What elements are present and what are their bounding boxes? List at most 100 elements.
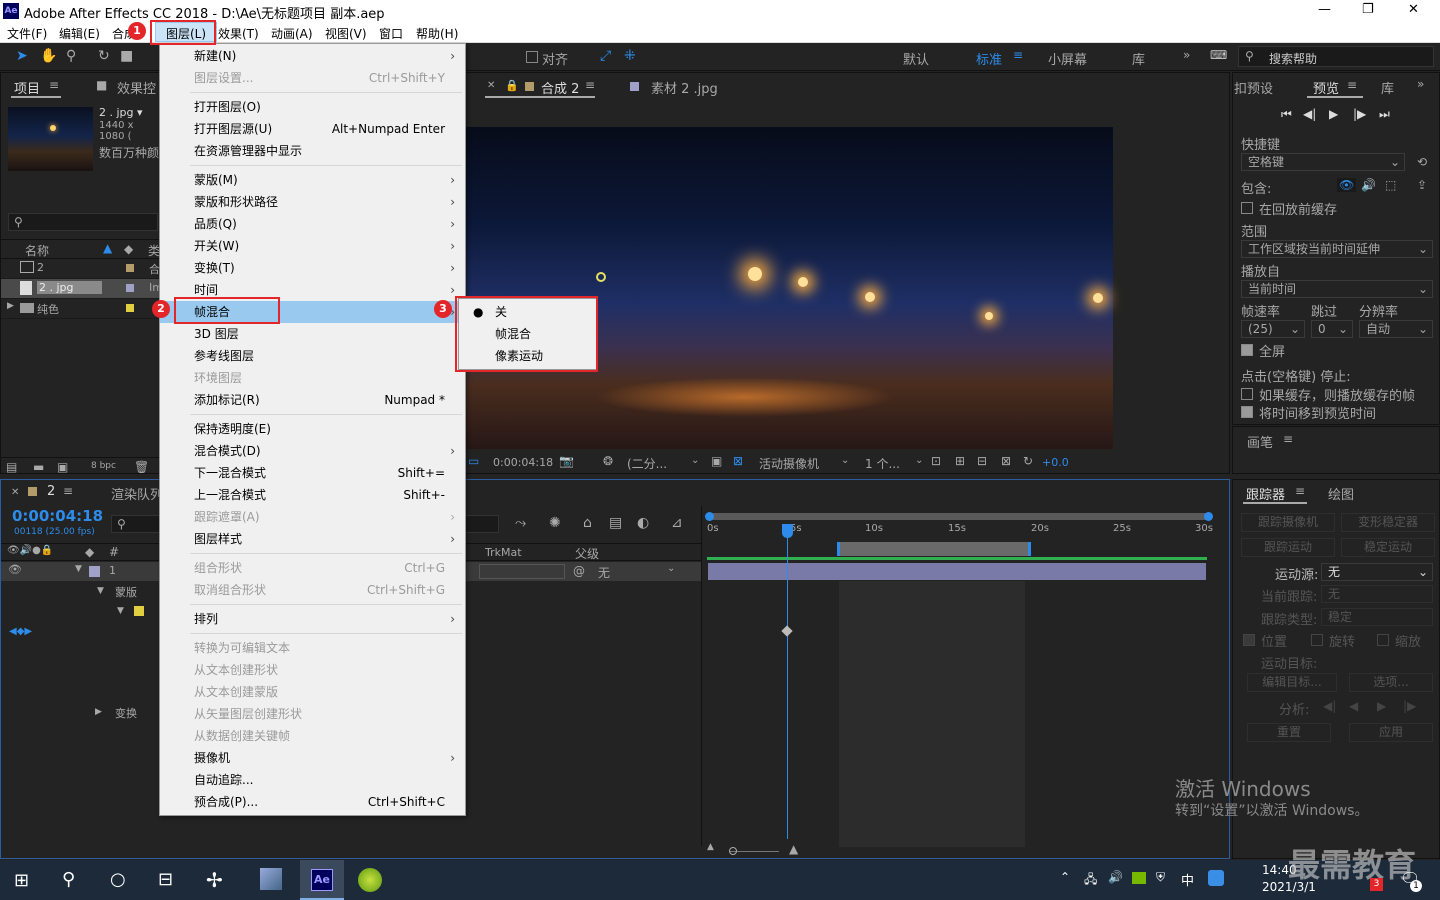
- project-search-input[interactable]: ⚲: [8, 213, 158, 231]
- exposure-value[interactable]: +0.0: [1042, 456, 1069, 469]
- range-dropdown[interactable]: 工作区域按当前时间延伸 ⌄: [1241, 240, 1433, 258]
- menu-item-group-shapes[interactable]: 组合形状 Ctrl+G: [160, 557, 465, 579]
- parent-value[interactable]: 无: [598, 564, 610, 581]
- track-camera-button[interactable]: 跟踪摄像机: [1241, 513, 1335, 532]
- reset-button[interactable]: 重置: [1247, 723, 1331, 742]
- close-tab-icon[interactable]: ✕: [487, 80, 495, 91]
- menu-item-open-layer[interactable]: 打开图层(O): [160, 96, 465, 118]
- current-track-dropdown[interactable]: 无: [1321, 585, 1433, 603]
- resolution-dropdown[interactable]: (二分...: [627, 455, 667, 472]
- menu-item-layer-settings[interactable]: 图层设置... Ctrl+Shift+Y: [160, 67, 465, 89]
- video-eye-icon[interactable]: 👁: [1337, 178, 1357, 192]
- warp-stabilizer-button[interactable]: 变形稳定器: [1341, 513, 1435, 532]
- draft-3d-icon[interactable]: ✺: [549, 516, 561, 530]
- menu-item-shapes-from-text[interactable]: 从文本创建形状: [160, 659, 465, 681]
- comp-mini-flowchart-icon[interactable]: ⤳: [515, 516, 526, 530]
- expand-icon[interactable]: ▼: [97, 586, 104, 596]
- motion-source-dropdown[interactable]: 无 ⌄: [1321, 563, 1433, 581]
- task-view-icon[interactable]: ⊟: [158, 869, 173, 890]
- reset-exposure-icon[interactable]: ↻: [1023, 454, 1033, 468]
- pixel-aspect-icon[interactable]: ⊡: [931, 454, 941, 468]
- help-search-box[interactable]: ⚲ 搜索帮助: [1238, 46, 1434, 67]
- hand-tool-icon[interactable]: ✋: [40, 49, 57, 63]
- rotate-tool-icon[interactable]: ↻: [98, 49, 110, 63]
- menu-item-environment-layer[interactable]: 环境图层: [160, 367, 465, 389]
- menu-item-prev-blend-mode[interactable]: 上一混合模式 Shift+-: [160, 484, 465, 506]
- analyze-forward-icon[interactable]: ▶: [1377, 699, 1386, 713]
- tab-effects-presets[interactable]: 扣预设: [1234, 78, 1273, 97]
- keyframe-nav-icon[interactable]: ◀◆▶: [9, 626, 32, 637]
- motion-blur-icon[interactable]: ◐: [637, 516, 649, 530]
- maximize-button[interactable]: ❐: [1362, 2, 1374, 17]
- transparency-grid-icon[interactable]: ⊠: [733, 454, 743, 468]
- menu-item-3d-layer[interactable]: 3D 图层: [160, 323, 465, 345]
- expand-icon[interactable]: ▶: [95, 707, 102, 717]
- scale-checkbox[interactable]: [1377, 634, 1389, 646]
- pickwhip-icon[interactable]: @: [573, 564, 585, 578]
- playfrom-dropdown[interactable]: 当前时间 ⌄: [1241, 280, 1433, 298]
- interpret-footage-icon[interactable]: ▤: [6, 460, 17, 474]
- trkmat-dropdown[interactable]: [479, 564, 565, 579]
- menu-item-blending-mode[interactable]: 混合模式(D) ›: [160, 440, 465, 462]
- region-icon[interactable]: ▭: [468, 454, 479, 468]
- workspace-default[interactable]: 默认: [903, 49, 929, 68]
- menu-item-shapes-from-vector[interactable]: 从矢量图层创建形状: [160, 703, 465, 725]
- menu-item-quality[interactable]: 品质(Q) ›: [160, 213, 465, 235]
- keyframe-marker[interactable]: [781, 625, 793, 637]
- network-icon[interactable]: 🖧: [1084, 870, 1097, 891]
- panel-menu-icon[interactable]: ≡: [1295, 484, 1305, 498]
- panel-menu-icon[interactable]: ≡: [63, 484, 73, 498]
- cti-head[interactable]: [782, 524, 793, 538]
- snap-feature-icon[interactable]: ⁜: [624, 49, 636, 63]
- work-area-bar[interactable]: [705, 512, 1213, 521]
- menu-item-open-layer-source[interactable]: 打开图层源(U) Alt+Numpad Enter: [160, 118, 465, 140]
- search-icon[interactable]: ⚲: [62, 869, 75, 890]
- prev-frame-icon[interactable]: ◀|: [1303, 107, 1316, 121]
- menu-item-ungroup-shapes[interactable]: 取消组合形状 Ctrl+Shift+G: [160, 579, 465, 601]
- menu-item-camera[interactable]: 摄像机 ›: [160, 747, 465, 769]
- shortcut-dropdown[interactable]: 空格键 ⌄: [1241, 153, 1405, 171]
- selection-tool-icon[interactable]: ➤: [16, 49, 28, 63]
- app-melon-icon[interactable]: [358, 868, 382, 892]
- options-button[interactable]: 选项...: [1349, 673, 1433, 692]
- snapshot-icon[interactable]: 📷: [559, 454, 574, 468]
- menu-item-reveal-explorer[interactable]: 在资源管理器中显示: [160, 140, 465, 162]
- menu-item-pre-compose[interactable]: 预合成(P)... Ctrl+Shift+C: [160, 791, 465, 813]
- menu-help[interactable]: 帮助(H): [416, 25, 458, 42]
- snap-checkbox[interactable]: [526, 51, 538, 63]
- menu-item-mask[interactable]: 蒙版(M) ›: [160, 169, 465, 191]
- comp-viewer[interactable]: [465, 127, 1113, 449]
- nvidia-icon[interactable]: [1132, 872, 1146, 884]
- skip-dropdown[interactable]: 0 ⌄: [1311, 320, 1353, 338]
- menu-item-keyframes-from-data[interactable]: 从数据创建关键帧: [160, 725, 465, 747]
- menu-window[interactable]: 窗口: [379, 25, 403, 42]
- cached-frames-checkbox[interactable]: [1241, 388, 1253, 400]
- cortana-icon[interactable]: ○: [110, 869, 126, 890]
- workspace-libraries[interactable]: 库: [1132, 49, 1145, 68]
- menu-item-layer-styles[interactable]: 图层样式 ›: [160, 528, 465, 550]
- menu-item-arrange[interactable]: 排列 ›: [160, 608, 465, 630]
- views-dropdown[interactable]: 1 个...: [865, 455, 900, 472]
- frame-blend-toggle-icon[interactable]: ▤: [609, 516, 622, 530]
- panel-menu-icon[interactable]: ≡: [1347, 78, 1357, 92]
- tab-render-queue[interactable]: 渲染队列: [111, 484, 163, 503]
- folder-expand-icon[interactable]: ▶: [7, 301, 14, 311]
- sync-settings-icon[interactable]: ⌨: [1210, 48, 1227, 62]
- zoom-thumb[interactable]: [729, 847, 737, 855]
- zoom-in-icon[interactable]: ▲: [789, 842, 798, 856]
- mask-color-swatch[interactable]: [134, 606, 144, 616]
- zoom-tool-icon[interactable]: ⚲: [66, 49, 76, 63]
- volume-icon[interactable]: 🔊: [1108, 870, 1123, 884]
- lock-icon[interactable]: 🔒: [505, 79, 519, 92]
- rotation-checkbox[interactable]: [1311, 634, 1323, 646]
- panel-menu-icon[interactable]: ≡: [49, 78, 59, 92]
- visibility-eye-icon[interactable]: 👁: [8, 563, 22, 576]
- after-effects-taskbar-icon[interactable]: Ae: [300, 860, 344, 900]
- flowchart-icon[interactable]: ⊟: [977, 454, 987, 468]
- tab-footage[interactable]: 素材 2 .jpg: [651, 78, 718, 97]
- menu-item-mask-shape-path[interactable]: 蒙版和形状路径 ›: [160, 191, 465, 213]
- thumb-file-name[interactable]: 2 . jpg ▾: [99, 106, 143, 119]
- safe-zones-icon[interactable]: ▣: [711, 454, 722, 468]
- cache-checkbox[interactable]: [1241, 202, 1253, 214]
- position-checkbox[interactable]: [1243, 634, 1255, 646]
